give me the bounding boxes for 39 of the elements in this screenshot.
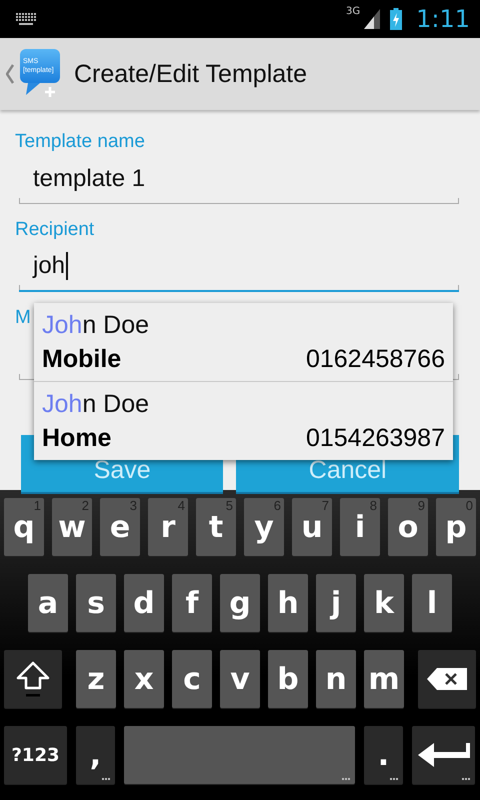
shift-key[interactable]: [4, 650, 62, 708]
field-label: Recipient: [15, 218, 94, 242]
letter-key[interactable]: g: [220, 574, 260, 632]
contact-suggestion[interactable]: John Doe Mobile 0162458766: [34, 303, 453, 381]
letter-key[interactable]: l: [412, 574, 452, 632]
enter-arrow-icon: [418, 741, 470, 769]
shift-arrow-icon: [15, 659, 51, 699]
field-label: Template name: [15, 130, 145, 154]
delete-key[interactable]: [418, 650, 476, 708]
letter-key[interactable]: k: [364, 574, 404, 632]
screen-title: Create/Edit Template: [74, 60, 307, 88]
enter-key[interactable]: [412, 726, 475, 784]
field-label: M: [15, 306, 31, 330]
contact-suggestion[interactable]: John Doe Home 0154263987: [34, 381, 453, 460]
letter-key[interactable]: d: [124, 574, 164, 632]
letter-key[interactable]: n: [316, 650, 356, 708]
letter-key[interactable]: j: [316, 574, 356, 632]
signal-icon: [364, 9, 380, 29]
back-chevron-icon[interactable]: [6, 64, 14, 84]
letter-key[interactable]: f: [172, 574, 212, 632]
text-field[interactable]: template 1: [19, 154, 459, 204]
clock-time: 1:11: [416, 5, 470, 33]
symbols-key[interactable]: ?123: [4, 726, 67, 784]
letter-key[interactable]: v: [220, 650, 260, 708]
letter-key[interactable]: z: [76, 650, 116, 708]
letter-key[interactable]: c: [172, 650, 212, 708]
backspace-icon: [427, 668, 467, 690]
letter-key[interactable]: x: [124, 650, 164, 708]
keyboard-icon: [16, 13, 36, 25]
letter-key[interactable]: h: [268, 574, 308, 632]
text-field[interactable]: joh: [19, 242, 459, 292]
letter-key[interactable]: b: [268, 650, 308, 708]
comma-key[interactable]: ,: [76, 726, 115, 784]
battery-charging-icon: [390, 8, 402, 30]
letter-key[interactable]: m: [364, 650, 404, 708]
network-type: 3G: [346, 6, 360, 17]
letter-key[interactable]: s: [76, 574, 116, 632]
letter-key[interactable]: a: [28, 574, 68, 632]
period-key[interactable]: .: [364, 726, 403, 784]
